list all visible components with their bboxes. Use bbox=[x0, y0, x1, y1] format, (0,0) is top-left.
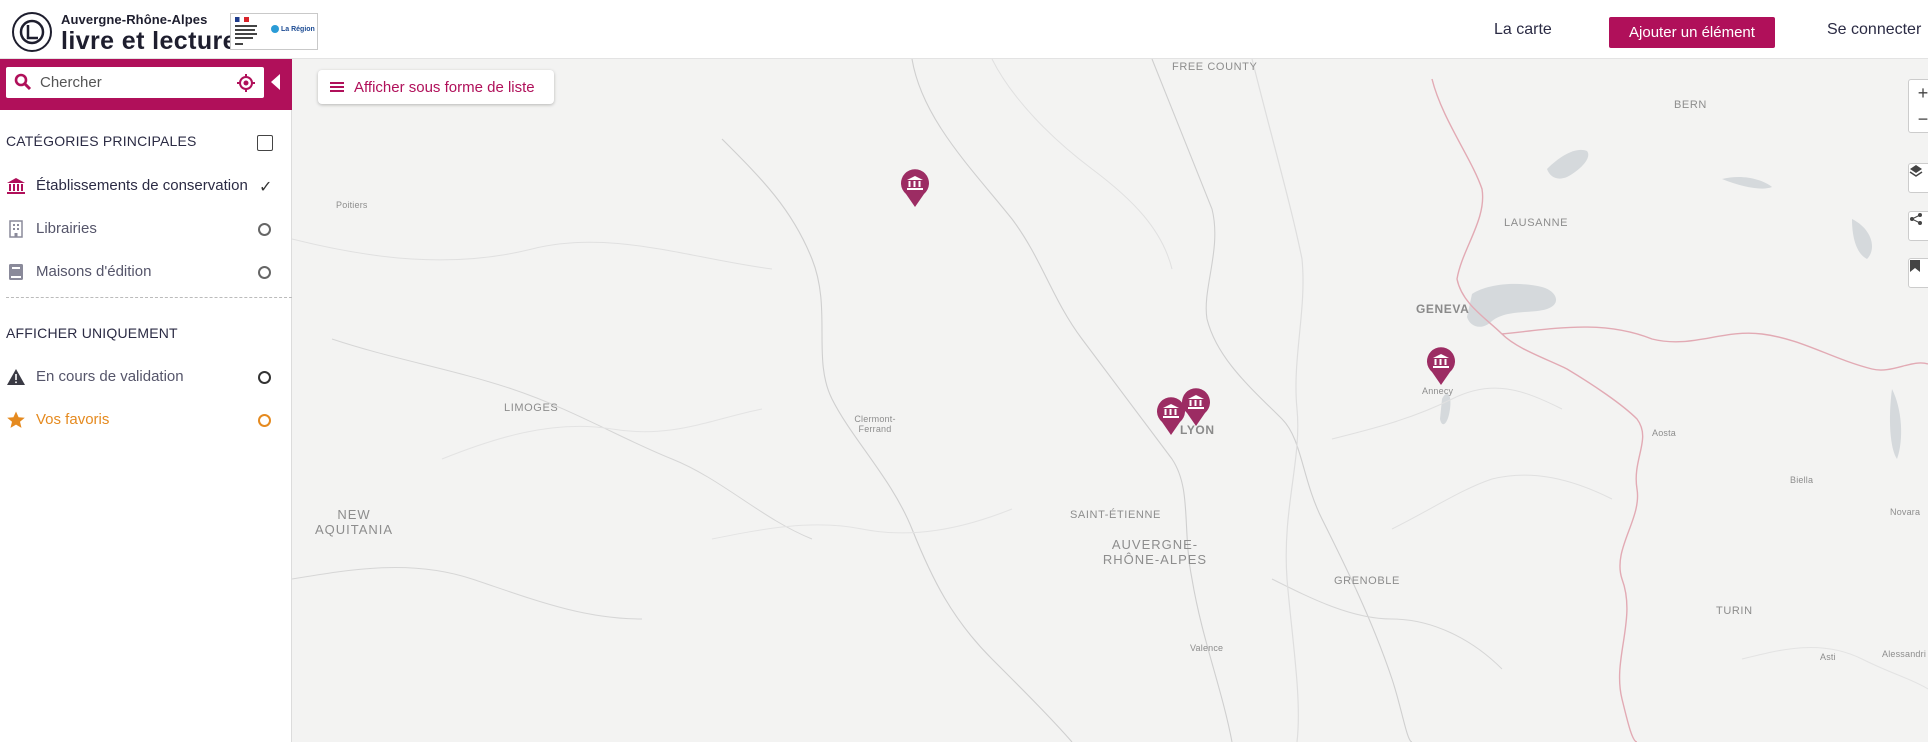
map-label-aosta: Aosta bbox=[1652, 428, 1677, 438]
map-label-lausanne: LAUSANNE bbox=[1504, 217, 1569, 229]
map-label-bern: BERN bbox=[1674, 99, 1707, 111]
geolocate-icon[interactable] bbox=[237, 74, 255, 92]
layers-icon[interactable] bbox=[1908, 163, 1928, 193]
warning-icon bbox=[7, 369, 25, 385]
category-label: Établissements de conservation bbox=[36, 177, 248, 194]
radio-circle-icon[interactable] bbox=[258, 371, 271, 384]
zoom-control: + − bbox=[1908, 79, 1928, 133]
star-icon bbox=[7, 411, 25, 428]
section-divider bbox=[6, 297, 292, 298]
filter-en-cours-validation[interactable]: En cours de validation bbox=[0, 362, 292, 392]
region-logo: La Région bbox=[271, 25, 315, 33]
map-label-clermont: Clermont-Ferrand bbox=[854, 414, 896, 434]
brand-title: livre et lecture bbox=[61, 27, 237, 55]
region-logo-text: La Région bbox=[281, 25, 315, 33]
category-maisons-edition[interactable]: Maisons d'édition bbox=[0, 257, 292, 287]
radio-circle-icon[interactable] bbox=[258, 223, 271, 236]
nav-map-link[interactable]: La carte bbox=[1494, 21, 1552, 39]
map-view[interactable]: FREE COUNTY BERN Poitiers LAUSANNE GENEV… bbox=[292, 59, 1928, 742]
zoom-out-button[interactable]: − bbox=[1918, 109, 1928, 130]
add-element-button[interactable]: Ajouter un élément bbox=[1609, 17, 1775, 48]
map-label-annecy: Annecy bbox=[1422, 386, 1454, 396]
search-box[interactable] bbox=[6, 67, 264, 98]
categories-select-all-checkbox[interactable] bbox=[257, 135, 273, 151]
republique-francaise-logo bbox=[235, 17, 265, 47]
filter-label: En cours de validation bbox=[36, 368, 184, 385]
categories-title: CATÉGORIES PRINCIPALES bbox=[6, 133, 197, 149]
search-input[interactable] bbox=[40, 71, 230, 93]
book-icon bbox=[9, 264, 23, 280]
bookmark-icon[interactable] bbox=[1908, 258, 1928, 288]
building-icon bbox=[9, 220, 23, 238]
map-marker-museum[interactable] bbox=[898, 168, 932, 208]
map-label-free-county: FREE COUNTY bbox=[1172, 61, 1258, 73]
map-marker-museum[interactable] bbox=[1179, 387, 1213, 427]
map-label-asti: Asti bbox=[1820, 652, 1836, 662]
map-label-turin: TURIN bbox=[1716, 605, 1753, 617]
category-label: Maisons d'édition bbox=[36, 263, 152, 280]
list-view-label: Afficher sous forme de liste bbox=[354, 78, 535, 96]
filters-title: AFFICHER UNIQUEMENT bbox=[6, 325, 178, 341]
map-label-auvergne-rhone-alpes: AUVERGNE-RHÔNE-ALPES bbox=[1102, 537, 1208, 567]
map-label-biella: Biella bbox=[1790, 475, 1814, 485]
collapse-sidebar-icon[interactable] bbox=[271, 74, 280, 90]
radio-circle-icon[interactable] bbox=[258, 414, 271, 427]
map-label-saint-etienne: SAINT-ÉTIENNE bbox=[1070, 509, 1161, 521]
category-librairies[interactable]: Librairies bbox=[0, 214, 292, 244]
map-label-novara: Novara bbox=[1890, 507, 1921, 517]
map-label-poitiers: Poitiers bbox=[336, 200, 368, 210]
zoom-in-button[interactable]: + bbox=[1918, 83, 1928, 104]
share-icon[interactable] bbox=[1908, 211, 1928, 241]
radio-circle-icon[interactable] bbox=[258, 266, 271, 279]
map-label-alessandria: Alessandri bbox=[1882, 649, 1927, 659]
map-label-limoges: LIMOGES bbox=[504, 402, 559, 414]
map-basemap bbox=[292, 59, 1928, 742]
search-bar bbox=[0, 59, 292, 110]
login-link[interactable]: Se connecter bbox=[1827, 21, 1921, 39]
list-icon bbox=[330, 80, 344, 94]
museum-icon bbox=[7, 178, 25, 194]
logo-icon[interactable] bbox=[12, 12, 52, 52]
partner-logos: La Région bbox=[230, 13, 318, 50]
brand-subtitle: Auvergne-Rhône-Alpes bbox=[61, 12, 208, 27]
map-label-geneva: GENEVA bbox=[1416, 302, 1470, 316]
filter-label: Vos favoris bbox=[36, 411, 110, 428]
map-label-grenoble: GRENOBLE bbox=[1334, 575, 1400, 587]
list-view-button[interactable]: Afficher sous forme de liste bbox=[318, 70, 554, 104]
search-icon[interactable] bbox=[14, 73, 32, 91]
filter-favoris[interactable]: Vos favoris bbox=[0, 405, 292, 435]
category-label: Librairies bbox=[36, 220, 97, 237]
sidebar: CATÉGORIES PRINCIPALES Établissements de… bbox=[0, 59, 292, 742]
map-marker-museum[interactable] bbox=[1424, 346, 1458, 386]
map-label-new-aquitania: NEW AQUITANIA bbox=[314, 507, 394, 537]
category-etablissements[interactable]: Établissements de conservation ✓ bbox=[0, 171, 292, 201]
map-label-valence: Valence bbox=[1190, 643, 1224, 653]
checkmark-icon[interactable]: ✓ bbox=[259, 177, 272, 197]
top-bar: Auvergne-Rhône-Alpes livre et lecture La… bbox=[0, 0, 1928, 59]
